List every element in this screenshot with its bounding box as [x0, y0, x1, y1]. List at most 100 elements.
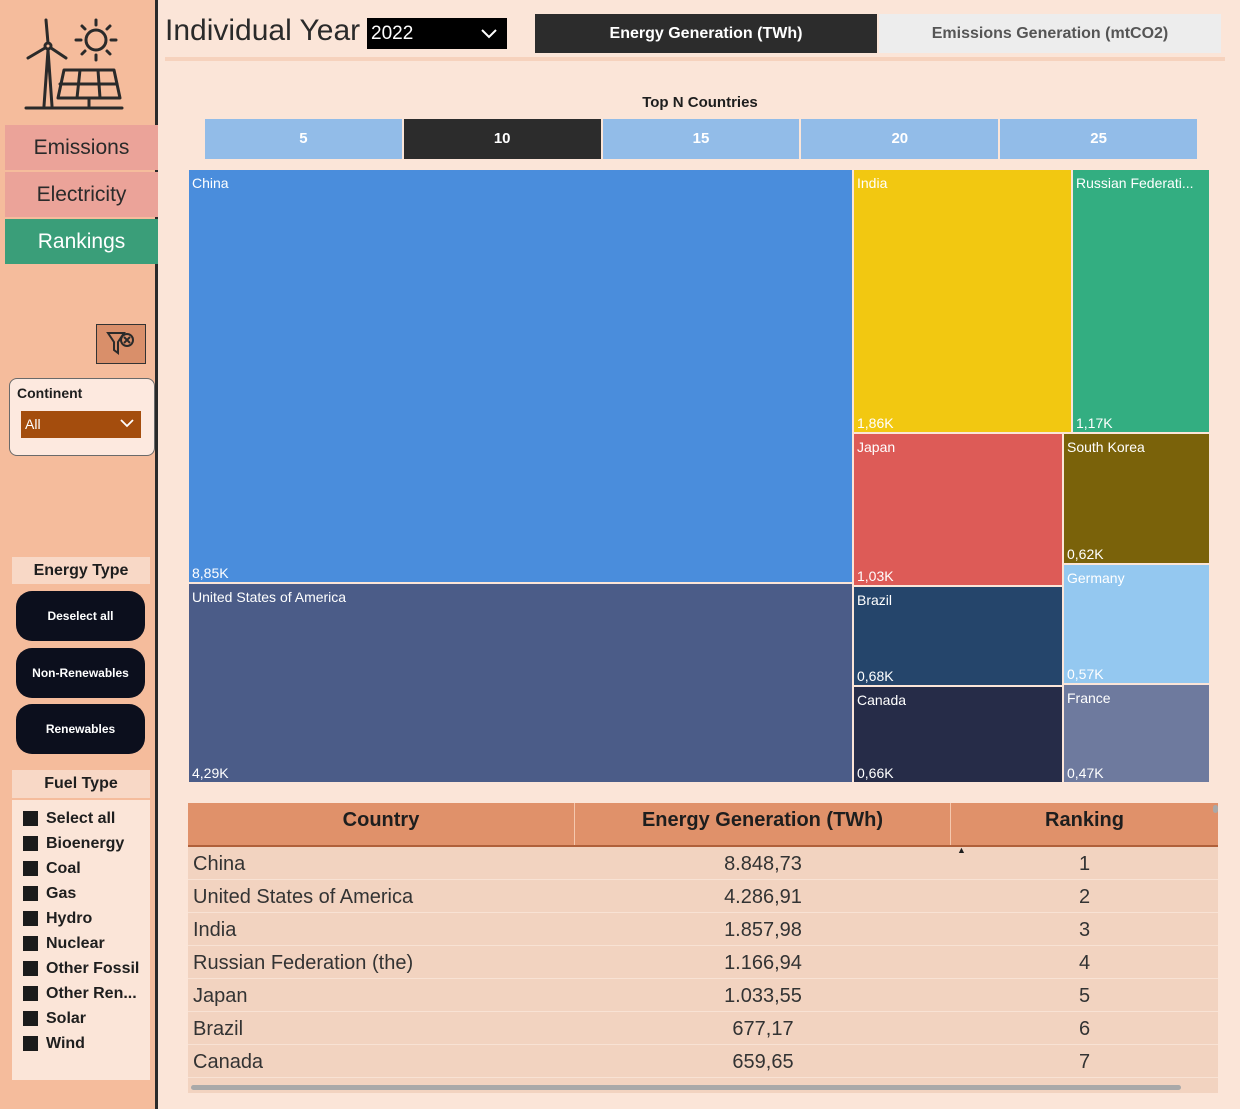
fuel-type-heading: Fuel Type [12, 770, 150, 798]
checkbox[interactable] [23, 986, 38, 1001]
non-renewables-button[interactable]: Non-Renewables [16, 648, 145, 698]
cell-energy: 1.033,55 [724, 985, 802, 1007]
treemap-tile-germany[interactable]: Germany 0,57K [1063, 564, 1210, 684]
checkbox[interactable] [23, 961, 38, 976]
sort-ascending-icon: ▲ [957, 845, 966, 855]
column-header-country[interactable]: Country [188, 803, 575, 845]
cell-country: Brazil [193, 1018, 244, 1040]
tile-value: 4,29K [192, 765, 229, 781]
table-row[interactable]: Brazil 677,17 6 [188, 1012, 1218, 1045]
treemap-tile-china[interactable]: China 8,85K [188, 169, 853, 583]
tile-value: 0,66K [857, 765, 894, 781]
fuel-item-nuclear[interactable]: Nuclear [12, 931, 150, 956]
nav-electricity[interactable]: Electricity [5, 172, 158, 217]
cell-energy: 8.848,73 [724, 853, 802, 875]
checkbox[interactable] [23, 861, 38, 876]
clear-filters-button[interactable] [96, 324, 146, 364]
year-dropdown[interactable]: 2022 [367, 18, 507, 49]
cell-country: Japan [193, 985, 248, 1007]
cell-rank: 7 [1078, 1051, 1091, 1073]
tile-name: Russian Federati... [1076, 175, 1194, 191]
table-row[interactable]: India 1.857,98 3 [188, 913, 1218, 946]
table-row[interactable]: United States of America 4.286,91 2 [188, 880, 1218, 913]
tile-name: South Korea [1067, 439, 1145, 455]
cell-country: Canada [193, 1051, 264, 1073]
cell-energy: 1.166,94 [724, 952, 802, 974]
checkbox[interactable] [23, 911, 38, 926]
top-n-option-20[interactable]: 20 [801, 119, 1001, 159]
tile-name: Canada [857, 692, 907, 708]
tile-value: 1,03K [857, 568, 894, 584]
checkbox[interactable] [23, 811, 38, 826]
fuel-item-label: Hydro [46, 909, 93, 927]
horizontal-scrollbar[interactable] [191, 1085, 1181, 1090]
treemap-tile-russia[interactable]: Russian Federati... 1,17K [1072, 169, 1210, 433]
fuel-type-list: Select all Bioenergy Coal Gas Hydro Nucl… [12, 800, 150, 1080]
tile-name: India [857, 175, 888, 191]
treemap-tile-usa[interactable]: United States of America 4,29K [188, 583, 853, 783]
tab-emissions-generation[interactable]: Emissions Generation (mtCO2) [879, 14, 1221, 53]
tile-name: China [192, 175, 229, 191]
fuel-item-label: Bioenergy [46, 834, 125, 852]
cell-energy: 659,65 [732, 1051, 794, 1073]
energy-treemap: China 8,85K United States of America 4,2… [188, 169, 1210, 783]
tile-name: Germany [1067, 570, 1125, 586]
header-divider [165, 57, 1225, 61]
table-row[interactable]: Canada 659,65 7 [188, 1045, 1218, 1078]
treemap-tile-canada[interactable]: Canada 0,66K [853, 686, 1063, 783]
wind-solar-logo-icon [22, 12, 126, 116]
tile-value: 1,17K [1076, 415, 1113, 431]
column-header-energy[interactable]: Energy Generation (TWh) [575, 803, 951, 845]
top-n-option-5[interactable]: 5 [205, 119, 404, 159]
nav-emissions[interactable]: Emissions [5, 125, 158, 170]
top-n-option-25[interactable]: 25 [1000, 119, 1197, 159]
fuel-item-solar[interactable]: Solar [12, 1006, 150, 1031]
cell-rank: 5 [1078, 985, 1091, 1007]
continent-label: Continent [17, 385, 83, 401]
cell-country: India [193, 919, 237, 941]
fuel-item-other-renewables[interactable]: Other Ren... [12, 981, 150, 1006]
vertical-scrollbar[interactable] [1213, 805, 1218, 813]
fuel-item-hydro[interactable]: Hydro [12, 906, 150, 931]
fuel-item-coal[interactable]: Coal [12, 856, 150, 881]
top-n-option-15[interactable]: 15 [602, 119, 802, 159]
tile-name: Brazil [857, 592, 893, 608]
fuel-item-select-all[interactable]: Select all [12, 806, 150, 831]
column-header-ranking[interactable]: Ranking ▲ [951, 803, 1218, 855]
tab-energy-generation[interactable]: Energy Generation (TWh) [535, 14, 877, 53]
fuel-item-gas[interactable]: Gas [12, 881, 150, 906]
checkbox[interactable] [23, 886, 38, 901]
table-row[interactable]: Russian Federation (the) 1.166,94 4 [188, 946, 1218, 979]
year-value: 2022 [371, 23, 414, 44]
checkbox[interactable] [23, 836, 38, 851]
checkbox[interactable] [23, 1036, 38, 1051]
treemap-tile-south-korea[interactable]: South Korea 0,62K [1063, 433, 1210, 564]
chevron-down-icon [120, 419, 134, 428]
fuel-item-label: Nuclear [46, 934, 105, 952]
top-n-option-10[interactable]: 10 [403, 119, 603, 159]
treemap-tile-india[interactable]: India 1,86K [853, 169, 1072, 433]
treemap-tile-japan[interactable]: Japan 1,03K [853, 433, 1063, 586]
nav-rankings[interactable]: Rankings [5, 219, 158, 264]
fuel-item-bioenergy[interactable]: Bioenergy [12, 831, 150, 856]
renewables-button[interactable]: Renewables [16, 704, 145, 754]
continent-slicer: Continent All [9, 378, 155, 456]
fuel-item-other-fossil[interactable]: Other Fossil [12, 956, 150, 981]
cell-energy: 677,17 [732, 1018, 794, 1040]
table-row[interactable]: China 8.848,73 1 [188, 847, 1218, 880]
table-row[interactable]: Japan 1.033,55 5 [188, 979, 1218, 1012]
cell-country: United States of America [193, 886, 414, 908]
checkbox[interactable] [23, 1011, 38, 1026]
table-header: Country Energy Generation (TWh) Ranking … [188, 803, 1218, 855]
fuel-item-label: Other Fossil [46, 959, 140, 977]
treemap-tile-france[interactable]: France 0,47K [1063, 684, 1210, 783]
deselect-all-button[interactable]: Deselect all [16, 591, 145, 641]
tile-name: United States of America [192, 589, 347, 605]
tile-value: 0,57K [1067, 666, 1104, 682]
tile-name: Japan [857, 439, 896, 455]
fuel-item-wind[interactable]: Wind [12, 1031, 150, 1056]
treemap-tile-brazil[interactable]: Brazil 0,68K [853, 586, 1063, 686]
tile-value: 0,62K [1067, 546, 1104, 562]
checkbox[interactable] [23, 936, 38, 951]
continent-dropdown[interactable]: All [21, 411, 141, 438]
